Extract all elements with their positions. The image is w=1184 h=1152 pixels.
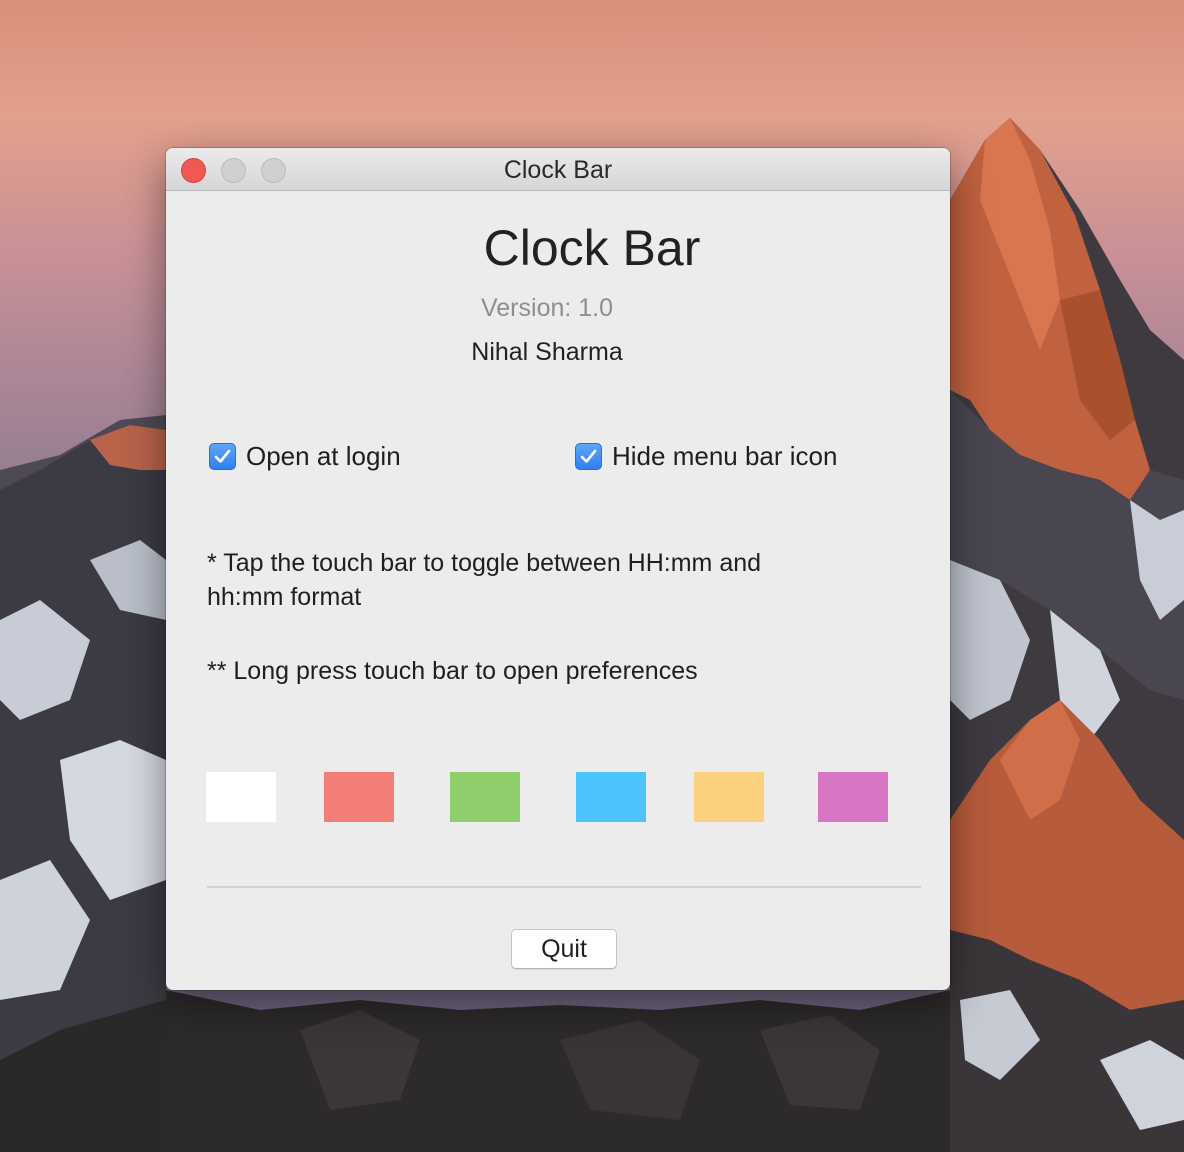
color-swatch-red[interactable] — [324, 772, 394, 822]
color-swatch-yellow[interactable] — [694, 772, 764, 822]
checkbox-checked-icon[interactable] — [575, 442, 602, 470]
long-press-instruction: ** Long press touch bar to open preferen… — [207, 657, 698, 685]
checkmark-icon — [214, 449, 231, 463]
version-label: Version: 1.0 — [480, 294, 614, 322]
open-at-login-checkbox[interactable]: Open at login — [209, 440, 401, 472]
color-swatch-white[interactable] — [206, 772, 276, 822]
color-swatch-purple[interactable] — [818, 772, 888, 822]
window-title: Clock Bar — [503, 156, 613, 184]
tap-instruction-line-1: * Tap the touch bar to toggle between HH… — [207, 549, 762, 577]
quit-button[interactable]: Quit — [511, 929, 617, 969]
horizontal-divider — [207, 886, 921, 888]
hide-menu-bar-icon-checkbox[interactable]: Hide menu bar icon — [575, 440, 837, 472]
title-bar[interactable]: Clock Bar — [166, 148, 950, 191]
open-at-login-label: Open at login — [246, 440, 401, 471]
tap-instruction-line-2: hh:mm format — [207, 583, 362, 611]
color-swatch-blue[interactable] — [576, 772, 646, 822]
hide-menu-bar-icon-label: Hide menu bar icon — [612, 440, 838, 471]
color-swatch-green[interactable] — [450, 772, 520, 822]
author-label: Nihal Sharma — [471, 338, 623, 366]
checkmark-icon — [580, 449, 597, 463]
app-name-heading: Clock Bar — [483, 220, 701, 276]
checkbox-checked-icon[interactable] — [209, 442, 236, 470]
